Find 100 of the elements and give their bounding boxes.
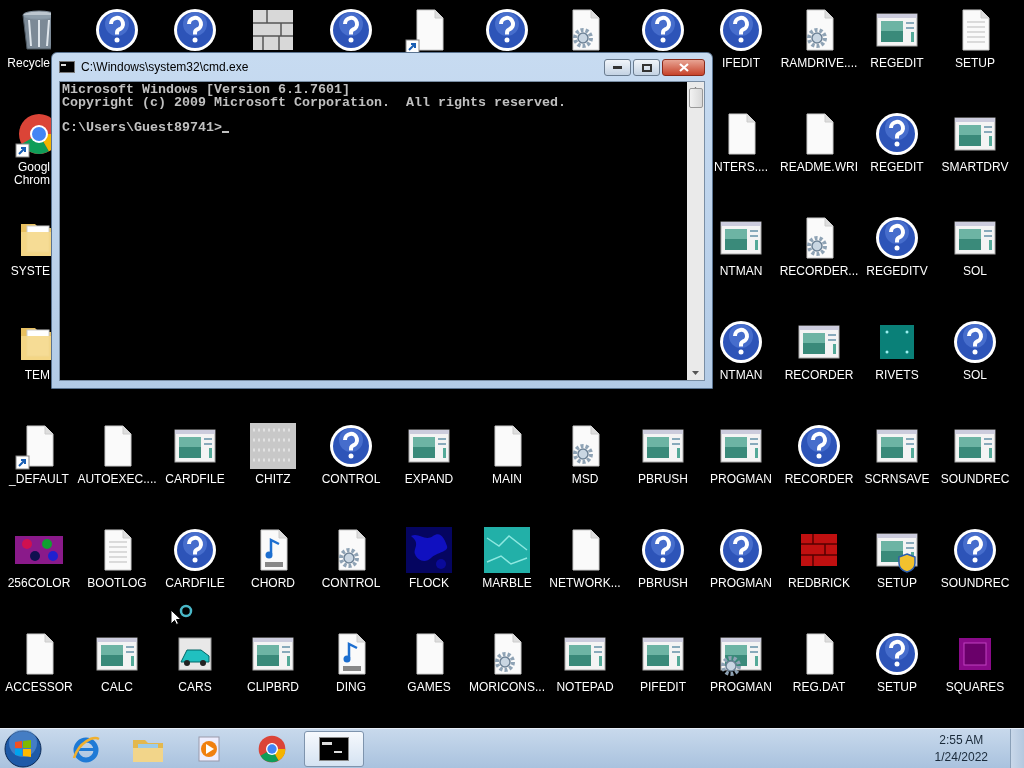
help-icon[interactable]: [873, 110, 921, 158]
icon-label: DING: [336, 681, 366, 694]
icon-label: REGEDIT: [870, 57, 924, 70]
icon-label: MARBLE: [482, 577, 532, 590]
command-prompt: C:\Users\Guest89741>: [62, 121, 222, 134]
help-icon[interactable]: [717, 318, 765, 366]
icon-label: NETWORK...: [549, 577, 621, 590]
help-icon[interactable]: [327, 422, 375, 470]
icon-label: SYSTE: [10, 265, 50, 278]
clock-time: 2:55 AM: [939, 733, 984, 747]
icon-label: FLOCK: [409, 577, 449, 590]
icon-label: NTERS....: [714, 161, 768, 174]
icon-label: Recycle: [7, 57, 50, 70]
icon-label: SCRNSAVE: [864, 473, 930, 486]
icon-label: CLIPBRD: [247, 681, 299, 694]
icon-label: GAMES: [407, 681, 451, 694]
icon-label: SETUP: [877, 577, 917, 590]
icon-label: REG.DAT: [792, 681, 846, 694]
icon-label: SQUARES: [945, 681, 1005, 694]
icon-label: PBRUSH: [638, 577, 688, 590]
texture-thumbnail-icon[interactable]: [405, 526, 453, 574]
icon-label: IFEDIT: [722, 57, 760, 70]
icon-label: BOOTLOG: [87, 577, 147, 590]
icon-label: NTMAN: [719, 369, 763, 382]
icon-label: SOL: [963, 265, 987, 278]
icon-label: RECORDER: [784, 473, 854, 486]
help-icon[interactable]: [951, 526, 999, 574]
scroll-down-icon[interactable]: [691, 370, 700, 376]
icon-label: CALC: [101, 681, 133, 694]
clock-date: 1/24/2022: [934, 750, 988, 764]
icon-label: RECORDER: [784, 369, 854, 382]
text-cursor: [221, 131, 229, 133]
help-icon[interactable]: [873, 630, 921, 678]
terminal-icon: [319, 736, 349, 761]
help-icon[interactable]: [327, 6, 375, 54]
icon-label: PIFEDIT: [640, 681, 686, 694]
texture-thumbnail-icon[interactable]: [483, 526, 531, 574]
icon-label: CARDFILE: [165, 577, 225, 590]
scrollbar-thumb[interactable]: [688, 88, 703, 108]
window-title: C:\Windows\system32\cmd.exe: [81, 60, 250, 74]
icon-label: REDBRICK: [788, 577, 850, 590]
icon-label: RECORDER...: [779, 265, 859, 278]
help-icon[interactable]: [873, 214, 921, 262]
icon-label: MSD: [571, 473, 599, 486]
icon-label: MAIN: [492, 473, 522, 486]
icon-label: 256COLOR: [7, 577, 71, 590]
console-area[interactable]: Microsoft Windows [Version 6.1.7601] Copyright (c) 2009 Microsoft Corporation. All rights reserved. C:\Users\Guest89741>: [60, 82, 687, 380]
icon-label: CARDFILE: [165, 473, 225, 486]
icon-label: README.WRI: [780, 161, 858, 174]
icon-label: CHORD: [251, 577, 295, 590]
icon-label: TEM: [24, 369, 50, 382]
icon-label: SETUP: [955, 57, 995, 70]
icon-label: SETUP: [877, 681, 917, 694]
icon-label: SMARTDRV: [941, 161, 1009, 174]
maximize-icon: [641, 63, 652, 72]
console-line: Copyright (c) 2009 Microsoft Corporation. All rights reserved.: [62, 96, 567, 109]
close-button[interactable]: [662, 59, 705, 76]
icon-label: CARS: [178, 681, 212, 694]
icon-label: NTMAN: [719, 265, 763, 278]
busy-cursor-icon: [170, 604, 194, 626]
help-icon[interactable]: [795, 422, 843, 470]
icon-label: SOL: [963, 369, 987, 382]
icon-label: CHITZ: [255, 473, 291, 486]
minimize-icon: [613, 66, 622, 69]
icon-label: SOUNDREC: [940, 577, 1010, 590]
help-icon[interactable]: [639, 526, 687, 574]
taskbar-button[interactable]: [304, 730, 364, 767]
help-icon[interactable]: [717, 6, 765, 54]
scrollbar[interactable]: [687, 82, 704, 380]
help-icon[interactable]: [483, 6, 531, 54]
icon-label: REGEDIT: [870, 161, 924, 174]
help-icon[interactable]: [171, 526, 219, 574]
icon-label: PROGMAN: [710, 577, 772, 590]
icon-label: _DEFAULT: [9, 473, 69, 486]
minimize-button[interactable]: [604, 59, 631, 76]
help-icon[interactable]: [951, 318, 999, 366]
icon-label: CONTROL: [321, 473, 381, 486]
help-icon[interactable]: [717, 526, 765, 574]
help-icon[interactable]: [639, 6, 687, 54]
help-icon[interactable]: [171, 6, 219, 54]
start-button[interactable]: [4, 729, 42, 768]
icon-label: NOTEPAD: [556, 681, 614, 694]
console-line: Microsoft Windows [Version 6.1.7601]: [62, 84, 351, 97]
icon-label: MORICONS...: [469, 681, 545, 694]
icon-label: RIVETS: [875, 369, 919, 382]
terminal-icon: [59, 61, 75, 73]
maximize-button[interactable]: [633, 59, 660, 76]
icon-label: PROGMAN: [710, 473, 772, 486]
icon-label: PBRUSH: [638, 473, 688, 486]
texture-thumbnail-icon[interactable]: [249, 422, 297, 470]
icon-label: AUTOEXEC....: [77, 473, 157, 486]
icon-label: SOUNDREC: [940, 473, 1010, 486]
help-icon[interactable]: [93, 6, 141, 54]
icon-label: REGEDITV: [866, 265, 928, 278]
icon-label: PROGMAN: [710, 681, 772, 694]
icon-label: EXPAND: [404, 473, 454, 486]
close-icon: [678, 63, 689, 72]
icon-label: Googl Chrom: [14, 161, 50, 187]
icon-label: RAMDRIVE....: [780, 57, 858, 70]
icon-label: ACCESSOR: [5, 681, 73, 694]
